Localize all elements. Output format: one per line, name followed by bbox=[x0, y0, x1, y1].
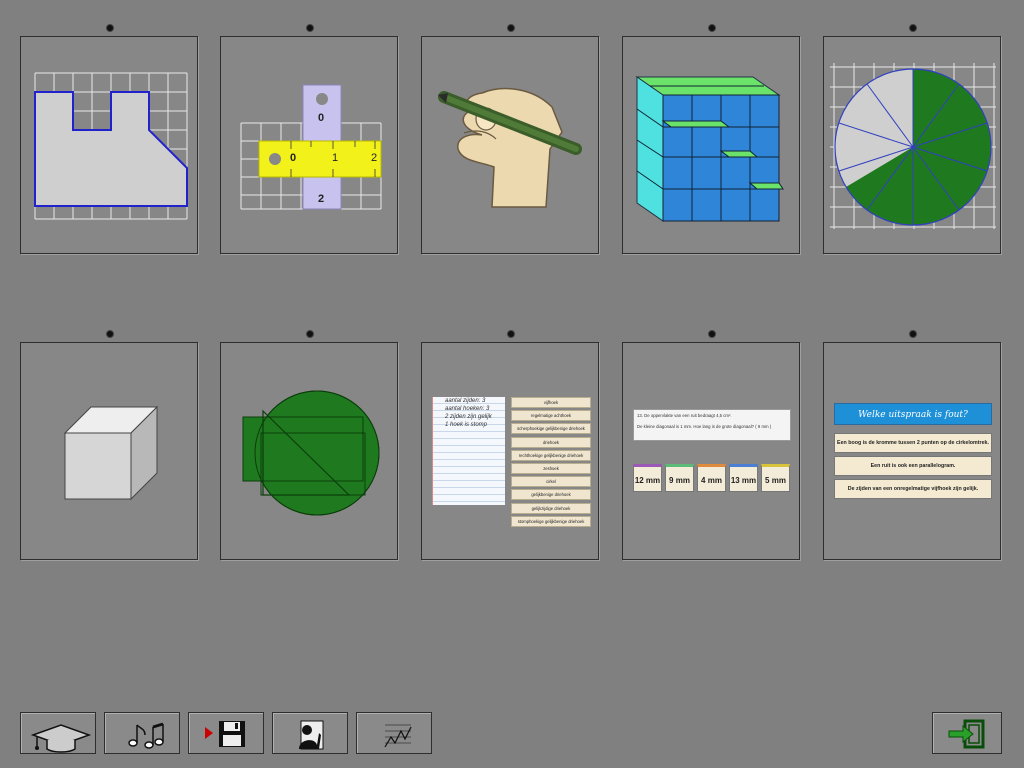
notebook-line: 1 hoek is stomp bbox=[445, 422, 488, 428]
shape-choice: rechthoekige gelijkbenige driehoek bbox=[511, 449, 591, 461]
answer-option: 9 mm bbox=[665, 464, 694, 492]
card-circle-construction[interactable] bbox=[220, 342, 398, 560]
card-drawing[interactable] bbox=[421, 36, 599, 254]
cube-icon bbox=[63, 405, 159, 501]
card-shape-names[interactable]: aantal zijden: 3 aantal hoeken: 3 2 zijd… bbox=[421, 342, 599, 560]
statement: Een ruit is ook een parallelogram. bbox=[834, 456, 992, 476]
music-button[interactable] bbox=[104, 712, 180, 754]
graduation-cap-icon bbox=[30, 724, 92, 753]
grid-shape-icon bbox=[34, 72, 188, 220]
exit-button[interactable] bbox=[932, 712, 1002, 754]
card-pie-fraction[interactable] bbox=[823, 36, 1001, 254]
measuring-tape-icon bbox=[240, 84, 382, 210]
progress-button[interactable] bbox=[356, 712, 432, 754]
answer-option: 4 mm bbox=[697, 464, 726, 492]
card-measuring[interactable]: 0 2 0 1 2 bbox=[220, 36, 398, 254]
shape-choice: zeshoek bbox=[511, 462, 591, 474]
statements-title: Welke uitspraak is fout? bbox=[834, 403, 992, 425]
pin bbox=[106, 24, 114, 32]
answer-options: 12 mm 9 mm 4 mm 13 mm 5 mm bbox=[633, 464, 793, 492]
save-disk-icon bbox=[205, 721, 245, 747]
progress-chart-icon bbox=[384, 724, 412, 748]
save-button[interactable] bbox=[188, 712, 264, 754]
answer-option: 12 mm bbox=[633, 464, 662, 492]
shape-choice: vijfhoek bbox=[511, 397, 591, 408]
card-3d-cube[interactable] bbox=[20, 342, 198, 560]
teacher-button[interactable] bbox=[272, 712, 348, 754]
card-cube-blocks[interactable] bbox=[622, 36, 800, 254]
pin bbox=[306, 24, 314, 32]
statements-list: Een boog is de kromme tussen 2 punten op… bbox=[834, 433, 992, 502]
pin bbox=[708, 24, 716, 32]
shape-choice: gelijkzijdige driehoek bbox=[511, 502, 591, 514]
exit-icon bbox=[948, 719, 985, 749]
tape-label: 0 bbox=[290, 152, 297, 164]
shape-choice: driehoek bbox=[511, 436, 591, 448]
pin bbox=[507, 24, 515, 32]
card-statements[interactable]: Welke uitspraak is fout? Een boog is de … bbox=[823, 342, 1001, 560]
shape-name-choices: vijfhoek regelmatige achthoek scherphoek… bbox=[511, 397, 591, 529]
pin bbox=[306, 330, 314, 338]
tape-label: 2 bbox=[371, 152, 378, 164]
pie-fraction-icon bbox=[830, 63, 996, 229]
card-quiz-answers[interactable]: 13. De oppervlakte van een ruit bedraagt… bbox=[622, 342, 800, 560]
notebook-page: aantal zijden: 3 aantal hoeken: 3 2 zijd… bbox=[432, 397, 505, 505]
cube-blocks-icon bbox=[635, 76, 784, 222]
statement: Een boog is de kromme tussen 2 punten op… bbox=[834, 433, 992, 453]
teacher-icon bbox=[299, 720, 324, 750]
card-area-shape[interactable] bbox=[20, 36, 198, 254]
circle-construction-icon bbox=[242, 390, 380, 516]
shape-choice: cirkel bbox=[511, 476, 591, 488]
tape-label: 1 bbox=[332, 152, 339, 164]
music-notes-icon bbox=[128, 722, 164, 749]
question-line: 13. De oppervlakte van een ruit bedraagt… bbox=[637, 413, 732, 418]
teacher-mode-button[interactable] bbox=[20, 712, 96, 754]
shape-choice: gelijkbenige driehoek bbox=[511, 489, 591, 501]
question-box: 13. De oppervlakte van een ruit bedraagt… bbox=[633, 409, 791, 441]
pin bbox=[909, 24, 917, 32]
notebook-line: 2 zijden zijn gelijk bbox=[445, 414, 492, 420]
statement: De zijden van een onregelmatige vijfhoek… bbox=[834, 479, 992, 499]
shape-choice: scherphoekige gelijkbenige driehoek bbox=[511, 423, 591, 435]
answer-option: 5 mm bbox=[761, 464, 790, 492]
notebook-line: aantal hoeken: 3 bbox=[445, 406, 490, 412]
pin bbox=[909, 330, 917, 338]
question-line: De kleine diagonaal is 1 mm. Hoe lang is… bbox=[637, 424, 772, 429]
ruler-label-bottom: 2 bbox=[318, 193, 325, 205]
hand-pencil-icon bbox=[438, 87, 582, 208]
ruler-label-top: 0 bbox=[318, 112, 325, 124]
notebook-line: aantal zijden: 3 bbox=[445, 398, 486, 404]
pin bbox=[708, 330, 716, 338]
shape-choice: regelmatige achthoek bbox=[511, 410, 591, 422]
answer-option: 13 mm bbox=[729, 464, 758, 492]
shape-choice: stomphoekige gelijkbenige driehoek bbox=[511, 515, 591, 527]
pin bbox=[507, 330, 515, 338]
pin bbox=[106, 330, 114, 338]
